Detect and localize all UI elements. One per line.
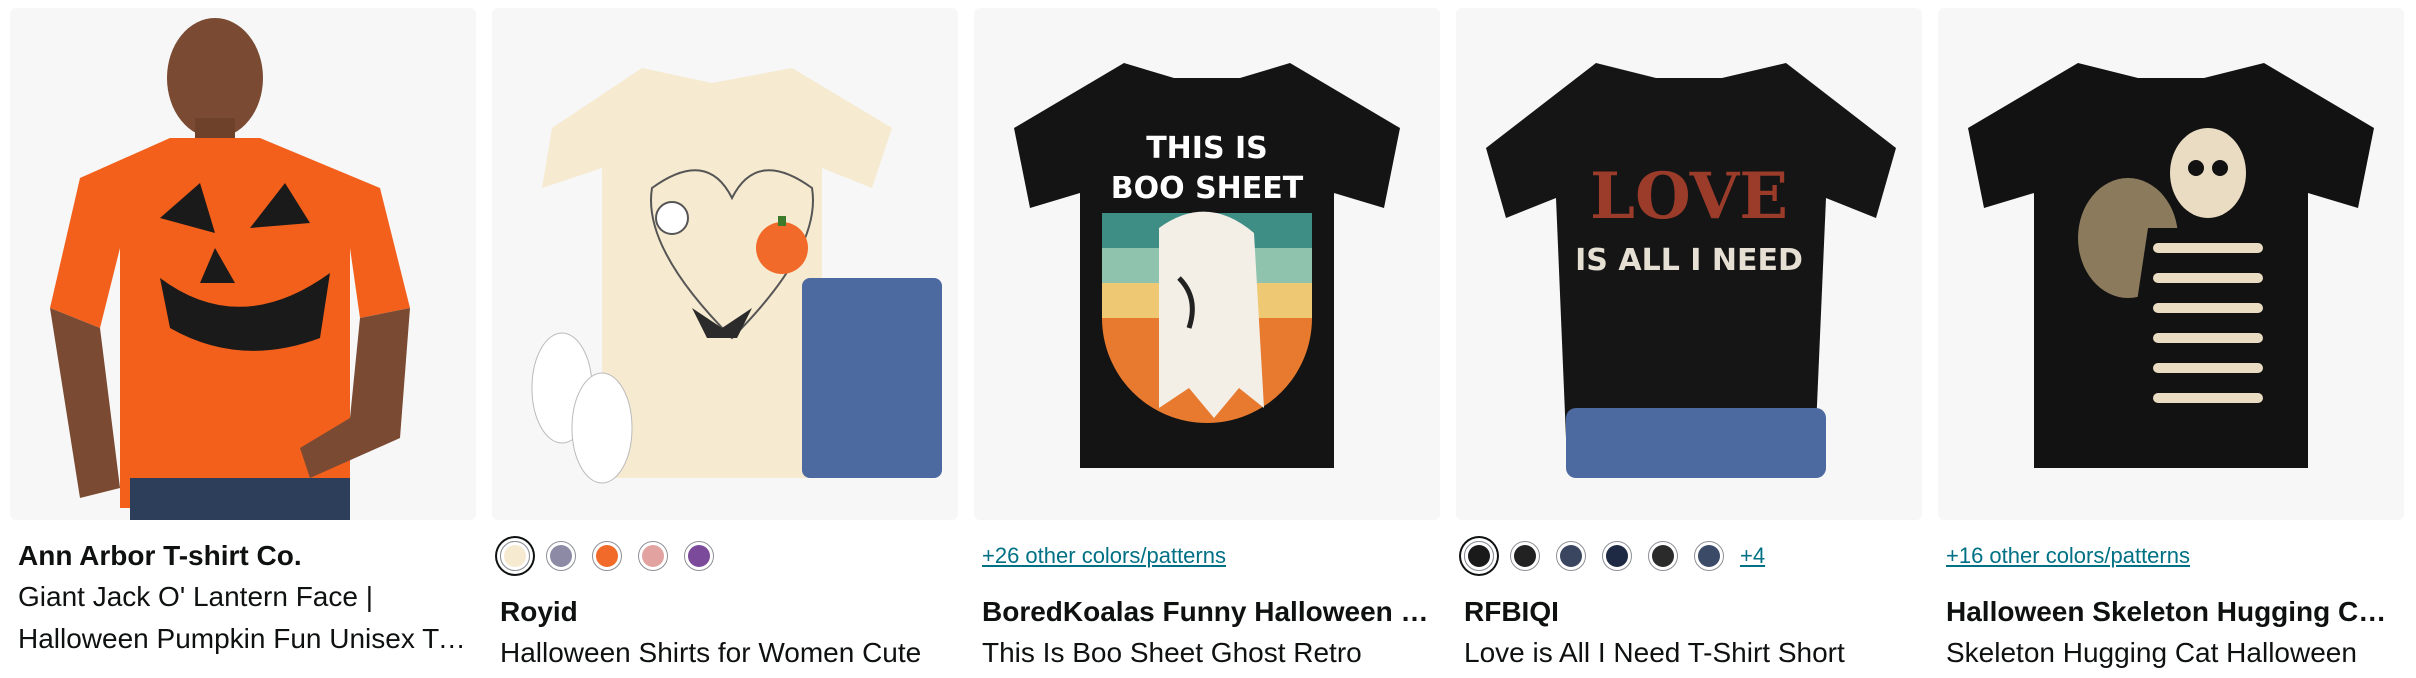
color-swatch[interactable] [1510, 541, 1540, 571]
more-colors-link[interactable]: +16 other colors/patterns [1946, 543, 2190, 569]
more-colors-link[interactable]: +26 other colors/patterns [982, 543, 1226, 569]
shirt-text-line-2: BOO SHEET [1111, 171, 1304, 206]
more-colors-row: +26 other colors/patterns [982, 520, 1432, 592]
love-is-all-i-need-tshirt-icon: LOVE IS ALL I NEED [1486, 63, 1896, 478]
product-card[interactable]: +16 other colors/patterns Halloween Skel… [1938, 0, 2404, 678]
shirt-text-line-2: IS ALL I NEED [1575, 243, 1803, 278]
product-title[interactable]: Giant Jack O' Lantern Face | Halloween P… [18, 576, 468, 660]
product-brand[interactable]: BoredKoalas Funny Halloween Designs [982, 592, 1432, 632]
product-image[interactable]: LOVE IS ALL I NEED [1456, 8, 1922, 520]
product-card[interactable]: LOVE IS ALL I NEED +4 RFBIQI Love is All… [1456, 0, 1922, 678]
product-brand[interactable]: RFBIQI [1464, 592, 1914, 632]
product-image[interactable]: THIS IS BOO SHEET [974, 8, 1440, 520]
product-brand[interactable]: Ann Arbor T-shirt Co. [18, 536, 468, 576]
more-swatches-link[interactable]: +4 [1740, 543, 1765, 569]
color-swatches [500, 520, 950, 592]
color-swatch[interactable] [1602, 541, 1632, 571]
color-swatch[interactable] [592, 541, 622, 571]
color-swatch[interactable] [1694, 541, 1724, 571]
boo-sheet-ghost-tshirt-icon: THIS IS BOO SHEET [1014, 63, 1400, 468]
shirt-text-line-1: LOVE [1590, 159, 1788, 234]
product-grid: Ann Arbor T-shirt Co. Giant Jack O' Lant… [0, 0, 2416, 678]
product-card[interactable]: THIS IS BOO SHEET +26 other colors/patte… [974, 0, 1440, 678]
product-brand[interactable]: Royid [500, 592, 950, 632]
color-swatch[interactable] [638, 541, 668, 571]
product-card[interactable]: Royid Halloween Shirts for Women Cute [492, 0, 958, 678]
product-title[interactable]: Skeleton Hugging Cat Halloween [1946, 632, 2396, 674]
product-card[interactable]: Ann Arbor T-shirt Co. Giant Jack O' Lant… [10, 0, 476, 678]
color-swatches: +4 [1464, 520, 1914, 592]
color-swatch[interactable] [1464, 541, 1494, 571]
product-image[interactable] [10, 8, 476, 520]
color-swatch[interactable] [684, 541, 714, 571]
skeleton-hugging-cat-tshirt-icon [1968, 63, 2374, 468]
color-swatch[interactable] [546, 541, 576, 571]
orange-pumpkin-tshirt-model-icon [50, 18, 410, 520]
product-brand[interactable]: Halloween Skeleton Hugging Cat Gifts [1946, 592, 2396, 632]
more-colors-row: +16 other colors/patterns [1946, 520, 2396, 592]
product-title[interactable]: Love is All I Need T-Shirt Short [1464, 632, 1914, 674]
shirt-text-line-1: THIS IS [1146, 131, 1268, 166]
product-title[interactable]: Halloween Shirts for Women Cute [500, 632, 950, 674]
color-swatch[interactable] [1556, 541, 1586, 571]
product-title[interactable]: This Is Boo Sheet Ghost Retro [982, 632, 1432, 674]
cream-halloween-heart-tshirt-icon [531, 68, 942, 484]
color-swatch[interactable] [500, 541, 530, 571]
color-swatch[interactable] [1648, 541, 1678, 571]
product-image[interactable] [492, 8, 958, 520]
product-image[interactable] [1938, 8, 2404, 520]
